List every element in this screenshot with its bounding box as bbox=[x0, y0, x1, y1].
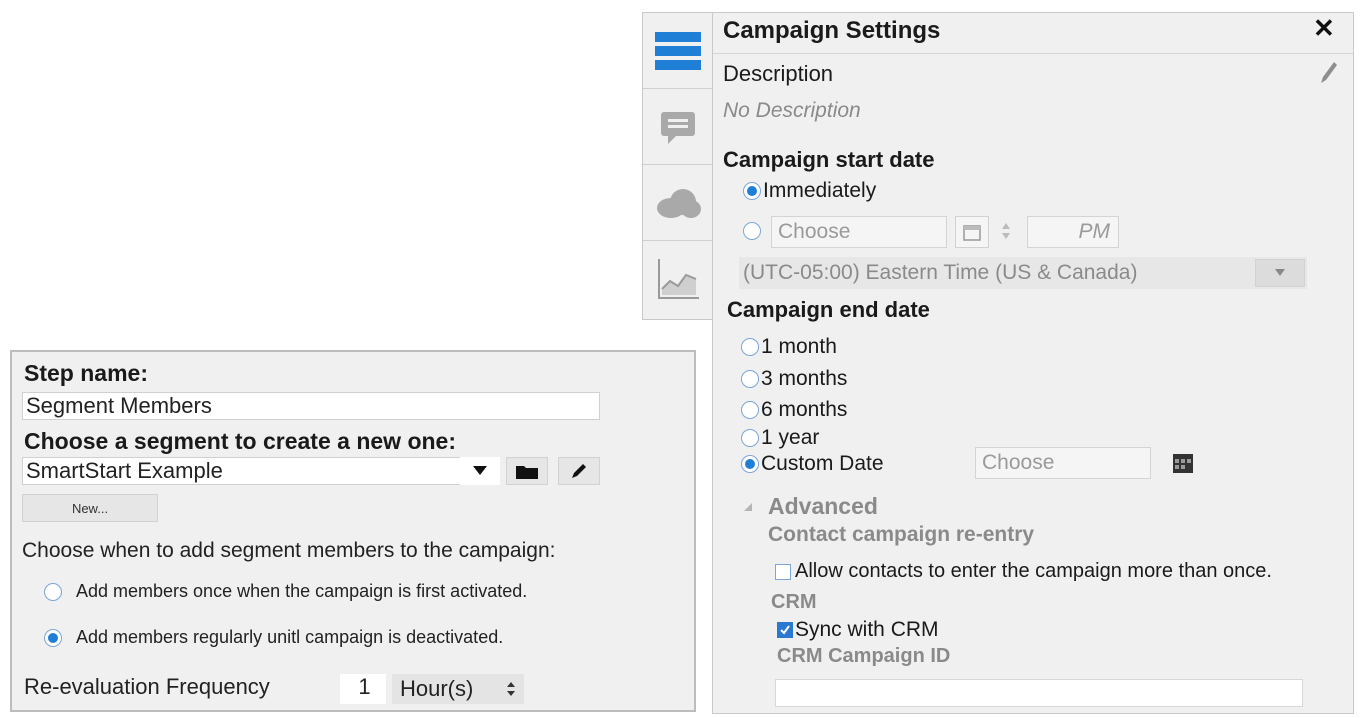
start-immediately-label: Immediately bbox=[763, 179, 877, 202]
add-once-label: Add members once when the campaign is fi… bbox=[76, 581, 528, 601]
end-1-month-label: 1 month bbox=[761, 335, 837, 358]
pencil-icon bbox=[572, 464, 586, 478]
advanced-heading[interactable]: Advanced bbox=[768, 493, 878, 520]
end-custom-option[interactable]: Custom Date bbox=[741, 452, 884, 476]
description-label: Description bbox=[723, 61, 834, 86]
reentry-checkbox[interactable] bbox=[775, 563, 791, 580]
frequency-value-input[interactable]: 1 bbox=[340, 674, 386, 704]
crm-sync-option[interactable]: Sync with CRM bbox=[777, 618, 939, 642]
check-icon bbox=[780, 625, 790, 635]
when-to-add-label: Choose when to add segment members to th… bbox=[22, 539, 556, 562]
add-once-radio[interactable] bbox=[44, 582, 62, 601]
campaign-settings-panel: Campaign Settings ✕ Description No Descr… bbox=[712, 12, 1354, 714]
chevron-down-icon bbox=[1275, 269, 1285, 276]
end-custom-label: Custom Date bbox=[761, 452, 884, 475]
pencil-icon bbox=[1321, 62, 1337, 83]
reentry-heading: Contact campaign re-entry bbox=[768, 523, 1035, 546]
end-6-months-label: 6 months bbox=[761, 398, 848, 421]
end-3-months-label: 3 months bbox=[761, 367, 848, 390]
start-immediately-option[interactable]: Immediately bbox=[743, 179, 876, 203]
start-choose-radio[interactable] bbox=[743, 222, 761, 245]
end-3-months-radio[interactable] bbox=[741, 370, 759, 388]
comment-icon bbox=[660, 111, 695, 144]
end-3-months-option[interactable]: 3 months bbox=[741, 367, 847, 391]
end-6-months-option[interactable]: 6 months bbox=[741, 398, 847, 422]
crm-id-input[interactable] bbox=[775, 679, 1303, 707]
crm-sync-label: Sync with CRM bbox=[795, 618, 939, 641]
crm-heading: CRM bbox=[771, 591, 817, 613]
chevron-down-icon bbox=[473, 466, 487, 475]
end-1-month-radio[interactable] bbox=[741, 338, 759, 356]
end-6-months-radio[interactable] bbox=[741, 401, 759, 419]
cloud-icon bbox=[656, 188, 701, 218]
start-immediately-radio[interactable] bbox=[743, 182, 761, 200]
tab-reports[interactable] bbox=[643, 241, 712, 317]
updown-arrows-icon bbox=[1002, 223, 1010, 239]
reentry-label: Allow contacts to enter the campaign mor… bbox=[795, 560, 1272, 582]
start-date-heading: Campaign start date bbox=[723, 147, 935, 172]
frequency-label: Re-evaluation Frequency bbox=[24, 674, 270, 699]
step-name-label: Step name: bbox=[24, 360, 148, 386]
end-1-year-option[interactable]: 1 year bbox=[741, 426, 819, 450]
header-divider bbox=[713, 53, 1353, 54]
end-custom-radio[interactable] bbox=[741, 455, 759, 473]
timezone-select[interactable]: (UTC-05:00) Eastern Time (US & Canada) bbox=[739, 257, 1307, 289]
calendar-icon bbox=[963, 225, 981, 241]
add-regularly-option[interactable]: Add members regularly unitl campaign is … bbox=[44, 627, 503, 648]
time-stepper[interactable] bbox=[1001, 221, 1011, 246]
tab-cloud[interactable] bbox=[643, 165, 712, 241]
time-ampm-input[interactable]: PM bbox=[1027, 216, 1119, 248]
advanced-toggle-icon[interactable] bbox=[743, 499, 753, 517]
settings-list-icon bbox=[654, 31, 701, 70]
folder-icon bbox=[516, 466, 538, 479]
tab-comments[interactable] bbox=[643, 89, 712, 165]
segment-label: Choose a segment to create a new one: bbox=[24, 428, 457, 454]
segment-dropdown-arrow[interactable] bbox=[460, 457, 500, 485]
timezone-label: (UTC-05:00) Eastern Time (US & Canada) bbox=[743, 261, 1138, 284]
reentry-option[interactable]: Allow contacts to enter the campaign mor… bbox=[775, 560, 1272, 583]
edit-description-button[interactable] bbox=[1317, 59, 1339, 90]
chart-icon bbox=[657, 259, 699, 299]
segment-browse-button[interactable] bbox=[506, 457, 548, 485]
settings-title: Campaign Settings bbox=[723, 17, 941, 44]
end-date-heading: Campaign end date bbox=[727, 297, 930, 322]
close-icon[interactable]: ✕ bbox=[1313, 13, 1335, 44]
description-value: No Description bbox=[723, 99, 861, 122]
end-1-year-label: 1 year bbox=[761, 426, 820, 449]
segment-edit-button[interactable] bbox=[558, 457, 600, 485]
segment-select[interactable]: SmartStart Example bbox=[22, 457, 500, 485]
end-calendar-button[interactable] bbox=[1165, 447, 1201, 479]
tab-settings[interactable] bbox=[643, 13, 712, 89]
timezone-dropdown-button[interactable] bbox=[1255, 259, 1305, 287]
crm-id-heading: CRM Campaign ID bbox=[777, 645, 951, 667]
end-1-month-option[interactable]: 1 month bbox=[741, 335, 837, 359]
step-name-input[interactable]: Segment Members bbox=[22, 392, 600, 420]
add-once-option[interactable]: Add members once when the campaign is fi… bbox=[44, 581, 527, 602]
side-tab-bar bbox=[642, 12, 712, 320]
frequency-unit-label: Hour(s) bbox=[400, 676, 474, 701]
end-1-year-radio[interactable] bbox=[741, 429, 759, 447]
updown-arrows-icon bbox=[507, 682, 515, 696]
start-calendar-button[interactable] bbox=[955, 216, 989, 248]
add-regularly-label: Add members regularly unitl campaign is … bbox=[76, 627, 504, 647]
frequency-unit-select[interactable]: Hour(s) bbox=[392, 674, 524, 704]
start-date-input[interactable]: Choose bbox=[771, 216, 947, 248]
crm-sync-checkbox[interactable] bbox=[777, 622, 793, 638]
segment-step-panel: Step name: Segment Members Choose a segm… bbox=[10, 350, 696, 712]
new-segment-button[interactable]: New... bbox=[22, 494, 158, 522]
calendar-icon bbox=[1173, 454, 1193, 473]
add-regularly-radio[interactable] bbox=[44, 628, 62, 647]
end-date-input[interactable]: Choose bbox=[975, 447, 1151, 479]
